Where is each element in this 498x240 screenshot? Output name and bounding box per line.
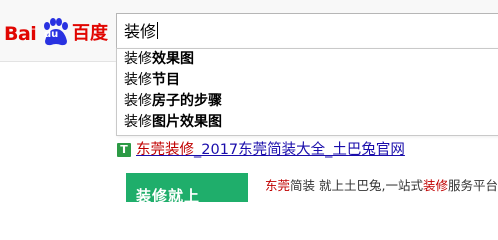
suggestion-dropdown: 装修效果图 装修节目 装修房子的步骤 装修图片效果图 xyxy=(116,48,498,136)
suggestion-rest: 图片效果图 xyxy=(152,114,222,130)
result-title-highlight: 东莞装修 xyxy=(136,142,194,158)
search-input[interactable]: 装修 xyxy=(116,13,498,49)
suggestion-item[interactable]: 装修图片效果图 xyxy=(117,112,498,133)
search-input-value: 装修 xyxy=(124,22,159,41)
suggestion-rest: 节目 xyxy=(152,72,180,88)
suggestion-prefix: 装修 xyxy=(124,114,152,130)
result-abstract: 东莞简装 就上土巴兔,一站式装修服务平台 xyxy=(265,177,498,195)
result-thumbnail[interactable]: 装修就上 xyxy=(126,173,248,202)
suggestion-item[interactable]: 装修节目 xyxy=(117,70,498,91)
abstract-text: 简装 就上土巴兔,一站式 xyxy=(290,178,423,193)
suggestion-prefix: 装修 xyxy=(124,72,152,88)
suggestion-prefix: 装修 xyxy=(124,51,152,67)
result-title-link[interactable]: 东莞装修_2017东莞简装大全_土巴兔官网 xyxy=(136,140,405,160)
logo-bai-text: Bai xyxy=(4,23,37,45)
logo-cn-text: 百度 xyxy=(72,23,108,44)
baidu-logo[interactable]: Bai du 百度 xyxy=(4,17,112,47)
thumbnail-text: 装修就上 xyxy=(136,187,201,202)
suggestion-item[interactable]: 装修房子的步骤 xyxy=(117,91,498,112)
suggestion-rest: 效果图 xyxy=(152,51,194,67)
suggestion-rest: 房子的步骤 xyxy=(152,93,222,109)
logo-du-text: du xyxy=(44,29,59,40)
abstract-highlight: 东莞 xyxy=(265,178,291,193)
search-result: T 东莞装修_2017东莞简装大全_土巴兔官网 xyxy=(117,140,498,160)
suggestion-prefix: 装修 xyxy=(124,93,152,109)
suggestion-item[interactable]: 装修效果图 xyxy=(117,49,498,70)
abstract-text: 服务平台 xyxy=(447,178,498,193)
text-caret xyxy=(157,22,159,39)
tuijian-icon: T xyxy=(117,143,131,157)
result-title-rest: _2017东莞简装大全_土巴兔官网 xyxy=(194,142,405,158)
abstract-highlight: 装修 xyxy=(422,178,448,193)
